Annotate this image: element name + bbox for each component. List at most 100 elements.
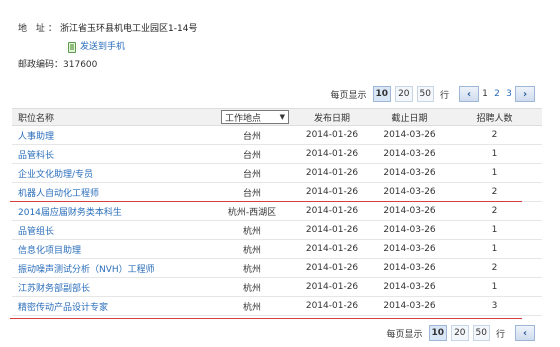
job-end-date: 2014-03-26 [383,225,436,235]
job-title-link[interactable]: 机器人自动化工程师 [18,189,99,199]
table-row: 品管科长 台州 2014-01-26 2014-03-26 1 [12,145,542,164]
per-page-option-20[interactable]: 20 [395,86,413,102]
job-publish-date: 2014-01-26 [305,130,359,140]
job-publish-date: 2014-01-26 [305,187,359,197]
prev-page-button[interactable]: ‹ [459,86,479,102]
location-filter-select[interactable]: 工作地点 ▼ [221,110,289,124]
job-publish-date: 2014-01-26 [305,206,359,216]
job-publish-date: 2014-01-26 [305,168,359,178]
send-to-phone-link[interactable]: 发送到手机 [68,40,548,54]
page-1-link[interactable]: 1 [479,89,491,99]
page-3-link[interactable]: 3 [503,89,515,99]
chevron-left-icon: ‹ [466,88,472,100]
job-count: 1 [491,168,498,178]
table-row: 信息化项目助理 杭州 2014-01-26 2014-03-26 1 [12,240,542,259]
prev-page-button[interactable]: ‹ [515,325,535,341]
job-location: 杭州-西湖区 [227,207,277,218]
job-title-link[interactable]: 江苏财务部副部长 [18,284,90,294]
job-publish-date: 2014-01-26 [305,282,359,292]
address-value: 浙江省玉环县机电工业园区1-14号 [60,24,198,34]
job-end-date: 2014-03-26 [383,206,436,216]
job-location: 台州 [242,169,261,180]
location-filter-cell: 工作地点 ▼ [212,110,292,124]
job-end-date: 2014-03-26 [383,282,436,292]
job-title-link[interactable]: 2014届应届财务类本科生 [18,208,122,218]
highlight-underline [10,201,522,202]
job-end-date: 2014-03-26 [383,130,436,140]
send-to-phone-label: 发送到手机 [80,42,126,52]
job-publish-date: 2014-01-26 [305,244,359,254]
zip-row: 邮政编码： 317600 [18,58,548,72]
job-count: 2 [491,130,498,140]
table-row: 精密传动产品设计专家 杭州 2014-01-26 2014-03-26 3 [12,297,542,316]
per-page-option-50[interactable]: 50 [416,86,434,102]
mobile-phone-icon [68,41,76,53]
job-publish-date: 2014-01-26 [305,225,359,235]
job-publish-date: 2014-01-26 [305,301,359,311]
job-end-date: 2014-03-26 [383,263,436,273]
job-count: 1 [491,149,498,159]
header-end-date: 截止日期 [391,113,428,124]
per-page-option-50[interactable]: 50 [472,325,490,341]
address-label: 地 址： [18,24,60,34]
table-row: 人事助理 台州 2014-01-26 2014-03-26 2 [12,126,542,145]
per-page-option-10[interactable]: 10 [372,86,392,102]
job-location: 杭州 [242,302,261,313]
job-location: 杭州 [242,264,261,275]
table-row: 机器人自动化工程师 台州 2014-01-26 2014-03-26 2 [12,183,542,202]
address-row: 地 址： 浙江省玉环县机电工业园区1-14号 [18,22,548,36]
job-location: 杭州 [242,283,261,294]
job-end-date: 2014-03-26 [383,244,436,254]
job-title-link[interactable]: 品管科长 [18,151,54,161]
dropdown-arrow-icon: ▼ [279,113,285,121]
job-count: 2 [491,187,498,197]
pager-top: 每页显示 10 20 50 行 ‹ 1 2 3 › [331,85,535,103]
header-count: 招聘人数 [476,113,513,124]
job-publish-date: 2014-01-26 [305,263,359,273]
job-location: 杭州 [242,226,261,237]
per-page-option-20[interactable]: 20 [451,325,469,341]
job-title-link[interactable]: 企业文化助理/专员 [18,170,93,180]
table-row: 企业文化助理/专员 台州 2014-01-26 2014-03-26 1 [12,164,542,183]
header-title: 职位名称 [18,113,55,124]
job-count: 2 [491,263,498,273]
table-row: 品管组长 杭州 2014-01-26 2014-03-26 1 [12,221,542,240]
header-publish-date: 发布日期 [313,113,350,124]
per-page-label: 每页显示 [330,90,367,101]
job-location: 台州 [242,131,261,142]
table-header: 职位名称 工作地点 ▼ 发布日期 截止日期 招聘人数 [12,108,542,126]
job-title-link[interactable]: 精密传动产品设计专家 [18,303,108,313]
highlight-underline [10,318,522,319]
job-end-date: 2014-03-26 [383,168,436,178]
job-location: 杭州 [242,245,261,256]
chevron-right-icon: › [522,88,528,100]
location-filter-value: 工作地点 [225,113,262,124]
zip-label: 邮政编码： [18,60,64,70]
job-title-link[interactable]: 品管组长 [18,227,54,237]
job-count: 2 [491,206,498,216]
table-row: 江苏财务部副部长 杭州 2014-01-26 2014-03-26 1 [12,278,542,297]
page-2-link[interactable]: 2 [491,89,503,99]
per-page-label: 每页显示 [386,329,423,340]
per-page-option-10[interactable]: 10 [428,325,448,341]
pager-bottom: 每页显示 10 20 50 行 ‹ [387,324,535,342]
job-title-link[interactable]: 振动噪声测试分析（NVH）工程师 [18,265,155,275]
job-count: 1 [491,225,498,235]
table-row: 振动噪声测试分析（NVH）工程师 杭州 2014-01-26 2014-03-2… [12,259,542,278]
job-end-date: 2014-03-26 [383,149,436,159]
company-info: 地 址： 浙江省玉环县机电工业园区1-14号 发送到手机 邮政编码： 31760… [18,22,548,72]
job-count: 1 [491,244,498,254]
job-title-link[interactable]: 信息化项目助理 [18,246,81,256]
job-publish-date: 2014-01-26 [305,149,359,159]
job-count: 3 [491,301,498,311]
job-location: 台州 [242,188,261,199]
table-row: 2014届应届财务类本科生 杭州-西湖区 2014-01-26 2014-03-… [12,202,542,221]
jobs-table: 职位名称 工作地点 ▼ 发布日期 截止日期 招聘人数 人事助理 台州 2014-… [12,108,542,316]
job-end-date: 2014-03-26 [383,187,436,197]
next-page-button[interactable]: › [515,86,535,102]
job-title-link[interactable]: 人事助理 [18,132,54,142]
job-location: 台州 [242,150,261,161]
job-count: 1 [491,282,498,292]
chevron-left-icon: ‹ [522,327,528,339]
per-page-unit: 行 [439,90,449,101]
